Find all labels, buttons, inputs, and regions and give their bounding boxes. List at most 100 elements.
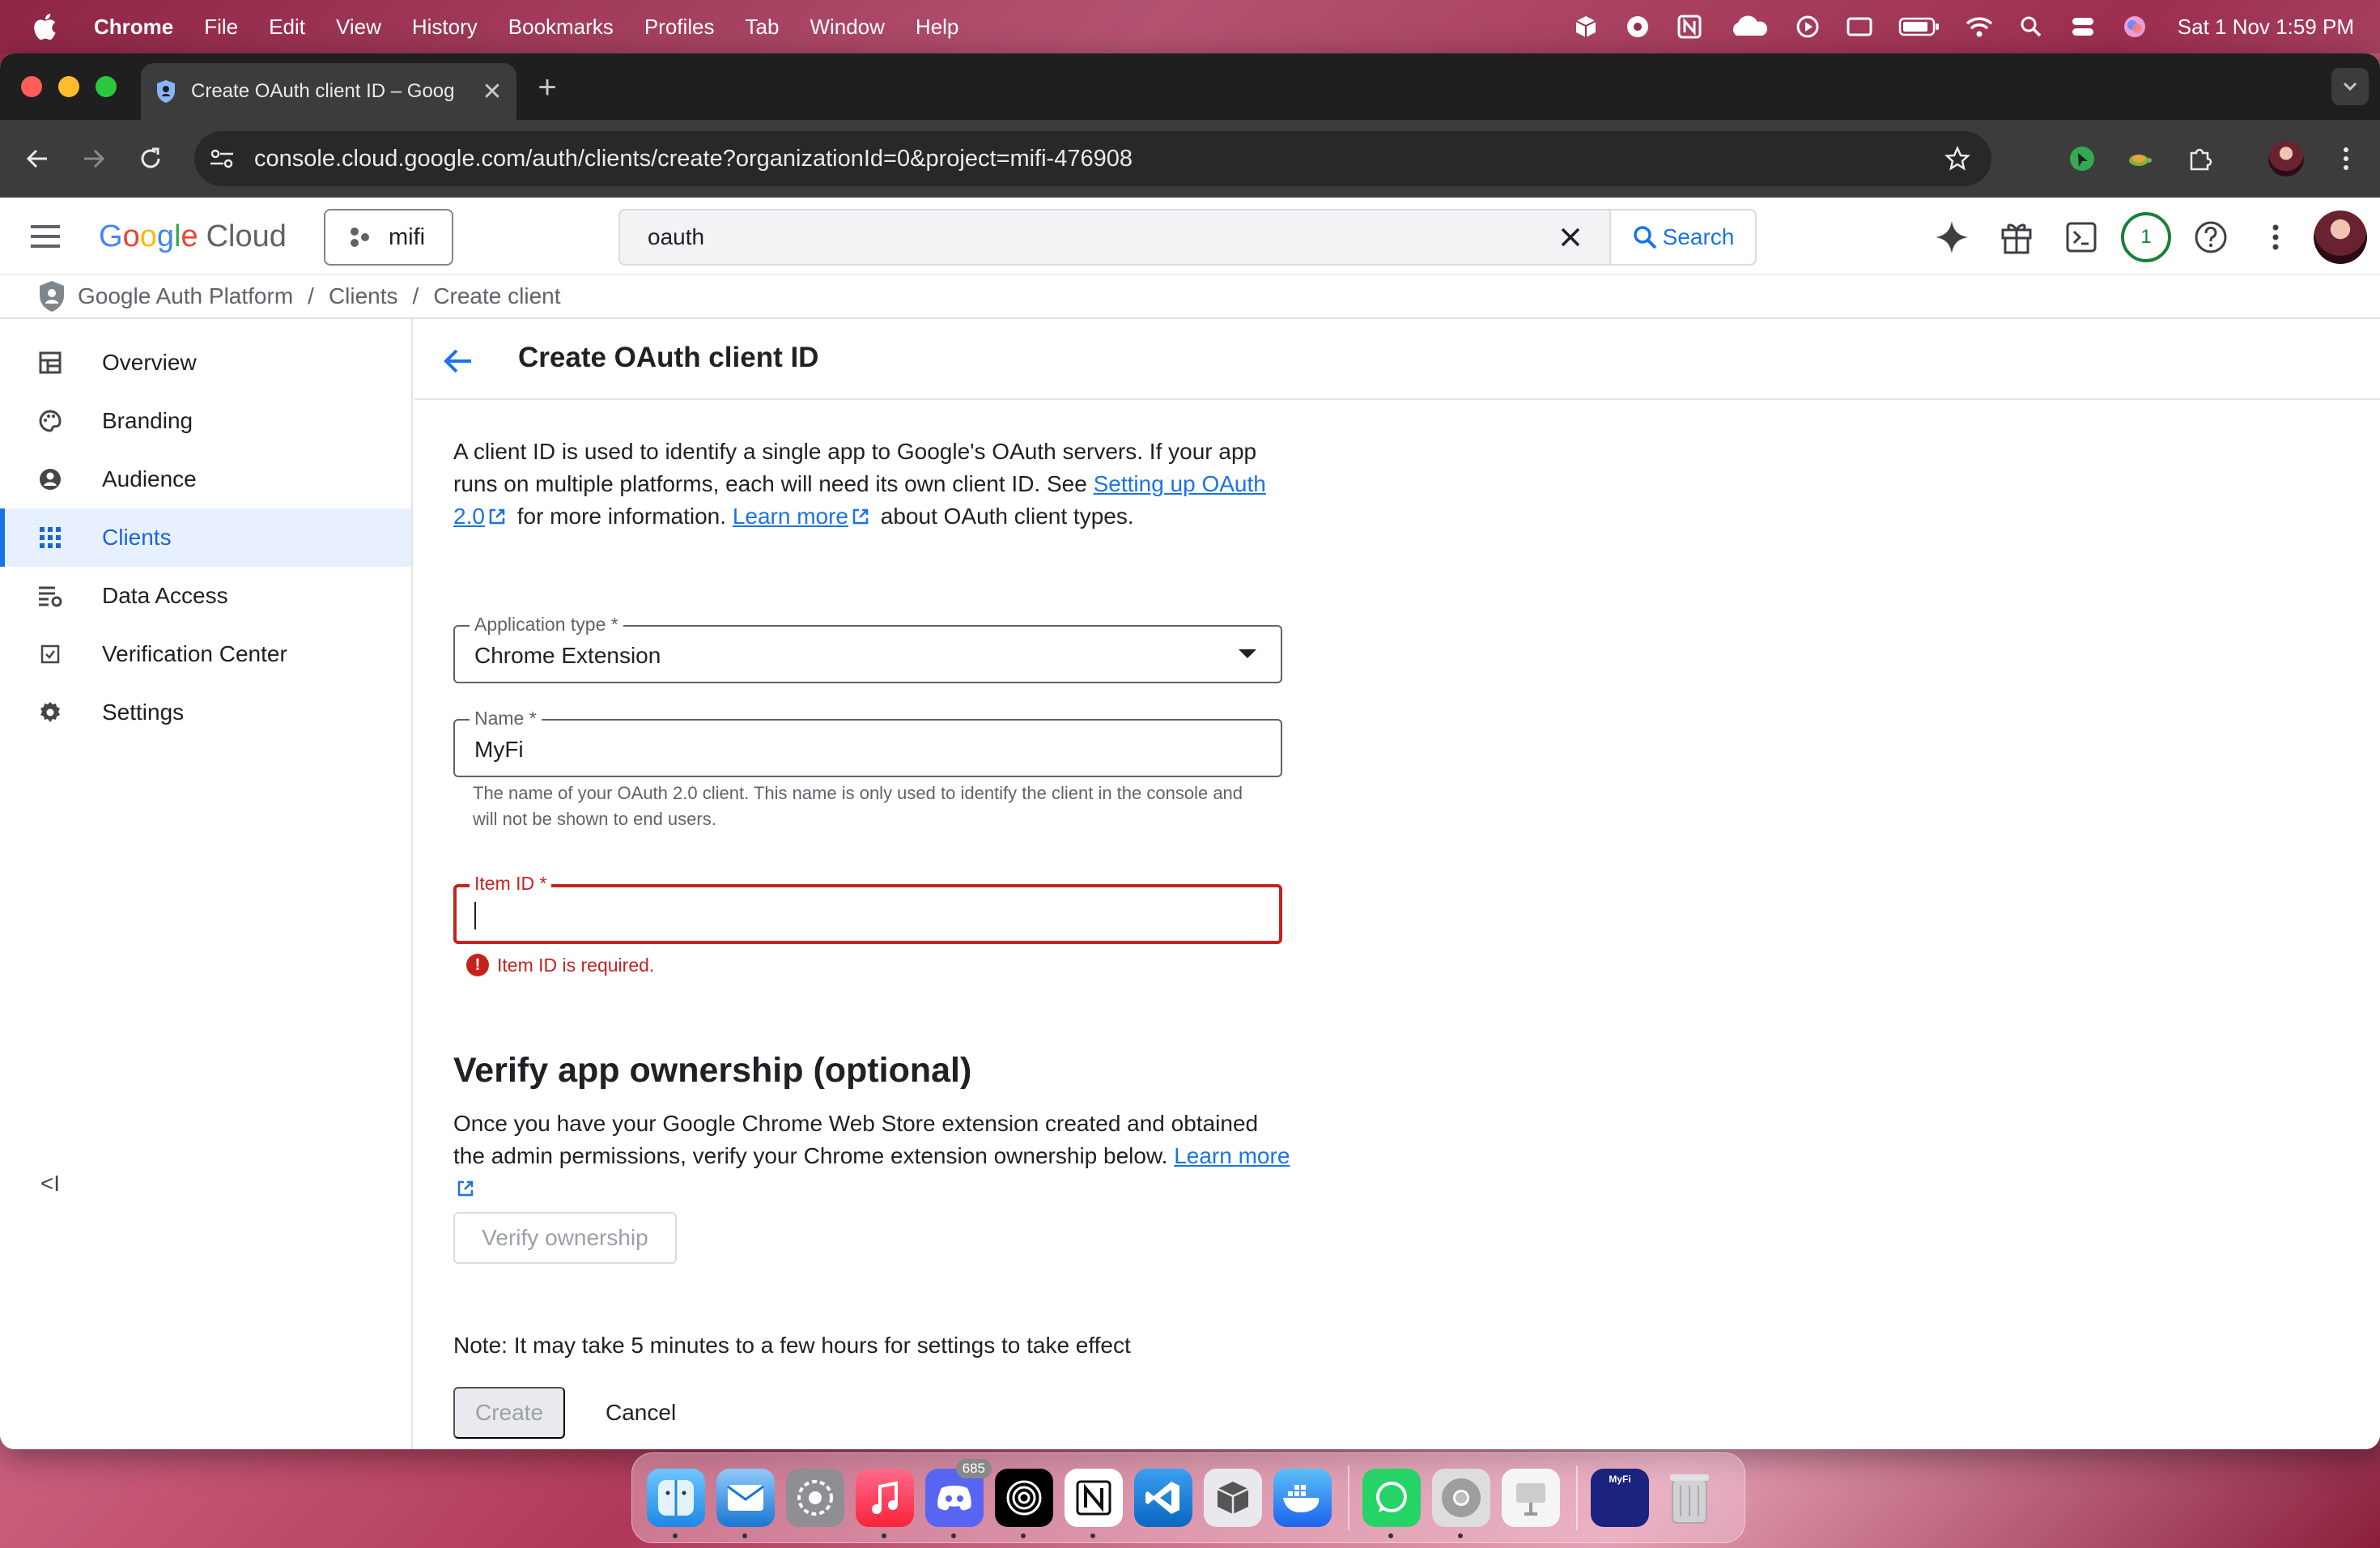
box-dock-icon[interactable] <box>1204 1469 1262 1527</box>
system-settings-dock-icon[interactable] <box>786 1469 844 1527</box>
item-id-error: ! Item ID is required. <box>466 954 654 976</box>
back-arrow-icon[interactable] <box>440 343 476 379</box>
menu-tab[interactable]: Tab <box>746 15 780 40</box>
notifications-button[interactable]: 1 <box>2121 212 2171 262</box>
tab-title: Create OAuth client ID – Goog <box>191 80 455 102</box>
cloud-console-header: Google Cloud mifi oauth Search 1 <box>0 198 2380 275</box>
docker-dock-icon[interactable] <box>1273 1469 1332 1527</box>
display-icon[interactable] <box>1846 13 1873 40</box>
control-center-icon[interactable] <box>2069 13 2097 40</box>
account-avatar[interactable] <box>2314 211 2367 264</box>
apple-logo-icon[interactable] <box>32 14 57 40</box>
menu-help[interactable]: Help <box>916 15 958 40</box>
trash-dock-icon[interactable] <box>1660 1469 1719 1527</box>
battery-icon[interactable] <box>1898 13 1941 40</box>
extension-turtle-icon[interactable] <box>2123 142 2155 175</box>
sidebar-item-branding[interactable]: Branding <box>0 392 411 450</box>
cloud-shell-terminal-icon[interactable] <box>2061 217 2102 257</box>
verify-learn-more-link[interactable]: Learn more <box>1174 1143 1290 1168</box>
sidebar-item-overview[interactable]: Overview <box>0 334 411 392</box>
gift-icon[interactable] <box>1996 217 2037 257</box>
menu-app-name[interactable]: Chrome <box>94 15 173 40</box>
discord-dock-icon[interactable]: 685 <box>925 1459 992 1538</box>
gemini-sparkle-icon[interactable] <box>1932 217 1972 257</box>
mail-dock-icon[interactable] <box>716 1469 775 1538</box>
application-type-select[interactable]: Application type * Chrome Extension <box>453 614 1282 683</box>
search-button-label: Search <box>1662 224 1735 249</box>
menu-window[interactable]: Window <box>810 15 884 40</box>
verify-ownership-button[interactable]: Verify ownership <box>453 1212 677 1264</box>
cloud-sync-icon[interactable] <box>1728 13 1770 40</box>
window-close-button[interactable] <box>21 76 42 97</box>
name-field[interactable]: Name * MyFi <box>453 708 1282 777</box>
notion-dock-icon[interactable] <box>1065 1469 1123 1538</box>
shield-favicon-icon <box>157 80 175 103</box>
tab-search-button[interactable] <box>2331 68 2369 105</box>
reload-icon[interactable] <box>133 141 168 176</box>
sidebar-item-clients[interactable]: Clients <box>0 508 411 567</box>
play-circle-icon[interactable] <box>1794 13 1821 40</box>
search-button[interactable]: Search <box>1609 211 1755 264</box>
running-indicator <box>1021 1533 1026 1538</box>
menu-profiles[interactable]: Profiles <box>644 15 715 40</box>
finder-dock-icon[interactable] <box>647 1469 705 1538</box>
menu-edit[interactable]: Edit <box>269 15 305 40</box>
sidebar-item-settings[interactable]: Settings <box>0 683 411 742</box>
collapse-sidebar-button[interactable]: <I <box>36 1169 65 1198</box>
profile-avatar[interactable] <box>2268 141 2304 176</box>
menu-bookmarks[interactable]: Bookmarks <box>508 15 614 40</box>
create-button[interactable]: Create <box>453 1387 565 1439</box>
learn-more-link[interactable]: Learn more <box>733 504 848 529</box>
wifi-icon[interactable] <box>1966 13 1993 40</box>
project-picker-button[interactable]: mifi <box>324 209 453 266</box>
whatsapp-dock-icon[interactable] <box>1362 1469 1421 1538</box>
gear-icon <box>37 700 63 725</box>
address-bar[interactable]: console.cloud.google.com/auth/clients/cr… <box>194 131 1991 186</box>
chrome-menu-kebab-icon[interactable] <box>2330 142 2362 175</box>
sidebar-item-data-access[interactable]: Data Access <box>0 567 411 625</box>
box-app-icon[interactable] <box>1572 13 1600 40</box>
extension-green-icon[interactable] <box>2066 142 2098 175</box>
breadcrumb-clients[interactable]: Clients <box>329 283 398 309</box>
sidebar-item-verification-center[interactable]: Verification Center <box>0 625 411 683</box>
hamburger-menu-icon[interactable] <box>29 220 62 253</box>
window-minimize-button[interactable] <box>58 76 79 97</box>
tab-create-oauth-client[interactable]: Create OAuth client ID – Goog ✕ <box>141 63 516 120</box>
breadcrumb-google-auth-platform[interactable]: Google Auth Platform <box>78 283 293 309</box>
menu-clock[interactable]: Sat 1 Nov 1:59 PM <box>2178 15 2354 40</box>
running-indicator <box>1458 1533 1463 1538</box>
cancel-button[interactable]: Cancel <box>594 1387 687 1439</box>
menu-history[interactable]: History <box>412 15 478 40</box>
notion-status-icon[interactable] <box>1676 13 1703 40</box>
perplexity-dock-icon[interactable] <box>995 1469 1053 1538</box>
help-icon[interactable] <box>2191 217 2231 257</box>
site-info-icon[interactable] <box>206 142 238 175</box>
tab-close-icon[interactable]: ✕ <box>474 74 510 109</box>
keynote-dock-icon[interactable] <box>1502 1469 1560 1527</box>
myfi-window-thumbnail[interactable]: MyFi <box>1591 1469 1649 1527</box>
window-zoom-button[interactable] <box>96 76 117 97</box>
menu-file[interactable]: File <box>204 15 238 40</box>
bookmark-star-icon[interactable] <box>1940 141 1975 176</box>
flower-app-icon[interactable] <box>1624 13 1651 40</box>
url-text[interactable]: console.cloud.google.com/auth/clients/cr… <box>254 146 1940 172</box>
menu-view[interactable]: View <box>336 15 381 40</box>
vscode-dock-icon[interactable] <box>1134 1469 1192 1527</box>
google-cloud-logo[interactable]: Google Cloud <box>99 212 287 261</box>
external-link-icon <box>489 508 505 525</box>
sidebar-item-audience[interactable]: Audience <box>0 450 411 508</box>
forward-nav-icon[interactable] <box>76 141 112 176</box>
siri-icon[interactable] <box>2121 13 2148 40</box>
music-dock-icon[interactable] <box>856 1469 914 1538</box>
more-options-icon[interactable] <box>2255 217 2296 257</box>
clear-search-icon[interactable] <box>1554 221 1587 253</box>
back-nav-icon[interactable] <box>19 141 55 176</box>
item-id-field[interactable]: Item ID * <box>453 873 1282 944</box>
dock-separator <box>1348 1465 1349 1530</box>
extensions-puzzle-icon[interactable] <box>2184 142 2216 175</box>
new-tab-button[interactable]: + <box>529 70 565 105</box>
search-input[interactable]: oauth <box>648 224 1554 250</box>
apps-grid-icon <box>37 525 63 551</box>
chrome-dock-icon[interactable] <box>1432 1469 1490 1538</box>
spotlight-search-icon[interactable] <box>2017 13 2045 40</box>
